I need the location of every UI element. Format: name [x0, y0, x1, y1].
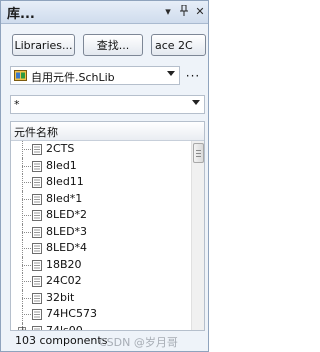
list-item[interactable]: 8LED*2 [11, 207, 189, 224]
library-select[interactable]: 自用元件.SchLib [10, 66, 180, 85]
list-item-label: 24C02 [46, 274, 82, 287]
component-rows: 2CTS 8led1 8led11 8led*1 8LED*2 8LED*3 8LED*4 1… [11, 141, 189, 331]
more-options-button[interactable]: ··· [182, 68, 204, 83]
component-icon [32, 243, 42, 254]
list-item[interactable]: 2CTS [11, 141, 189, 158]
filter-input-value: * [14, 98, 20, 111]
component-icon [32, 160, 42, 172]
chevron-down-icon[interactable] [192, 100, 200, 105]
scrollbar-thumb[interactable] [193, 143, 204, 163]
expand-icon[interactable]: + [18, 326, 27, 330]
component-count: 103 components [15, 334, 108, 347]
component-icon [32, 210, 42, 221]
pin-icon[interactable] [177, 4, 191, 18]
list-item-label: 18B20 [46, 257, 82, 271]
libraries-panel: 库... ▾ ✕ Libraries... 查找... ace 2C 自用元件.… [0, 0, 209, 352]
component-icon [32, 259, 42, 271]
chevron-down-icon[interactable] [167, 71, 175, 76]
list-item-label: 8LED*2 [46, 208, 88, 221]
vertical-scrollbar[interactable] [191, 141, 204, 330]
list-item-label: 32bit [46, 290, 75, 304]
component-icon [32, 276, 42, 287]
list-item-label: 8LED*4 [46, 241, 88, 254]
list-item[interactable]: 8led1 [11, 157, 189, 174]
panel-titlebar: 库... ▾ ✕ [1, 1, 208, 24]
column-header-component-name[interactable]: 元件名称 [11, 122, 204, 141]
panel-title: 库... [7, 7, 35, 22]
list-item[interactable]: 8led11 [11, 174, 189, 191]
schlib-icon [14, 70, 27, 81]
filter-input[interactable]: * [10, 95, 205, 114]
list-item[interactable]: 8LED*4 [11, 240, 189, 257]
library-select-value: 自用元件.SchLib [31, 71, 115, 84]
list-item[interactable]: 74HC573 [11, 306, 189, 323]
search-button[interactable]: 查找... [83, 34, 143, 56]
libraries-button[interactable]: Libraries... [12, 34, 75, 56]
component-icon [32, 193, 42, 205]
component-icon [32, 292, 42, 304]
list-item-label: 8led11 [46, 175, 84, 188]
list-item[interactable]: 18B20 [11, 256, 189, 273]
component-icon [32, 144, 42, 155]
list-item[interactable]: 32bit [11, 289, 189, 306]
component-icon [32, 309, 42, 320]
list-item[interactable]: 24C02 [11, 273, 189, 290]
column-header-label: 元件名称 [14, 126, 58, 139]
list-item-label: 74HC573 [46, 307, 97, 320]
place-button[interactable]: ace 2C [151, 34, 206, 56]
list-item-label: 74ls00 [46, 323, 83, 331]
close-icon[interactable]: ✕ [193, 4, 207, 18]
component-icon [32, 325, 42, 330]
list-item-label: 8led1 [46, 158, 77, 172]
watermark: CSDN @岁月哥 [99, 336, 178, 349]
list-item-label: 2CTS [46, 142, 75, 155]
dropdown-icon[interactable]: ▾ [161, 4, 175, 18]
list-item-label: 8LED*3 [46, 224, 88, 238]
component-icon [32, 177, 42, 188]
component-list: 元件名称 2CTS 8led1 8led11 8led*1 8LED*2 8LED*3 8L… [10, 121, 205, 331]
list-item[interactable]: 8LED*3 [11, 223, 189, 240]
component-icon [32, 226, 42, 238]
list-item[interactable]: 8led*1 [11, 190, 189, 207]
list-item[interactable]: +74ls00 [11, 322, 189, 331]
list-item-label: 8led*1 [46, 191, 83, 205]
